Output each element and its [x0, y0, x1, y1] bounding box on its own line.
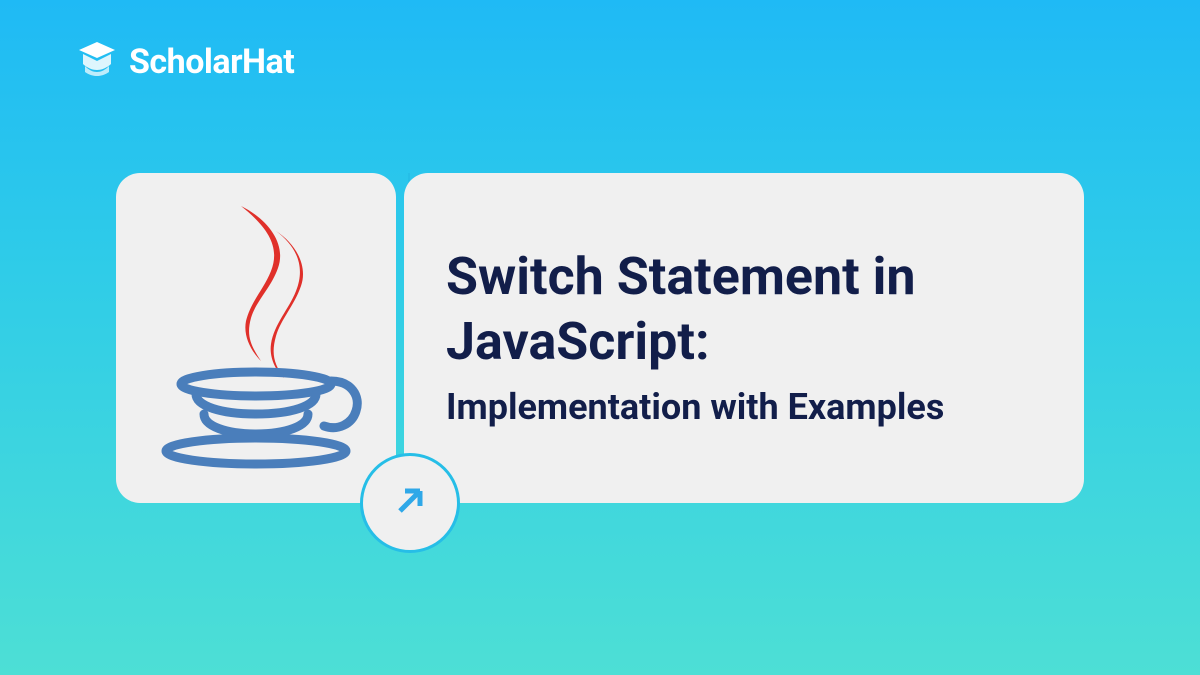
logo-card [116, 173, 396, 503]
page-subtitle: Implementation with Examples [446, 384, 1042, 431]
brand-logo: ScholarHat [75, 38, 294, 86]
brand-name: ScholarHat [129, 42, 294, 82]
scholarhat-icon [75, 38, 119, 86]
arrow-badge [360, 453, 460, 553]
java-logo-icon [146, 196, 366, 480]
arrow-up-right-icon [388, 479, 432, 527]
main-content: Switch Statement in JavaScript: Implemen… [116, 173, 1084, 503]
title-card: Switch Statement in JavaScript: Implemen… [404, 173, 1084, 503]
page-title: Switch Statement in JavaScript: [446, 244, 1042, 374]
